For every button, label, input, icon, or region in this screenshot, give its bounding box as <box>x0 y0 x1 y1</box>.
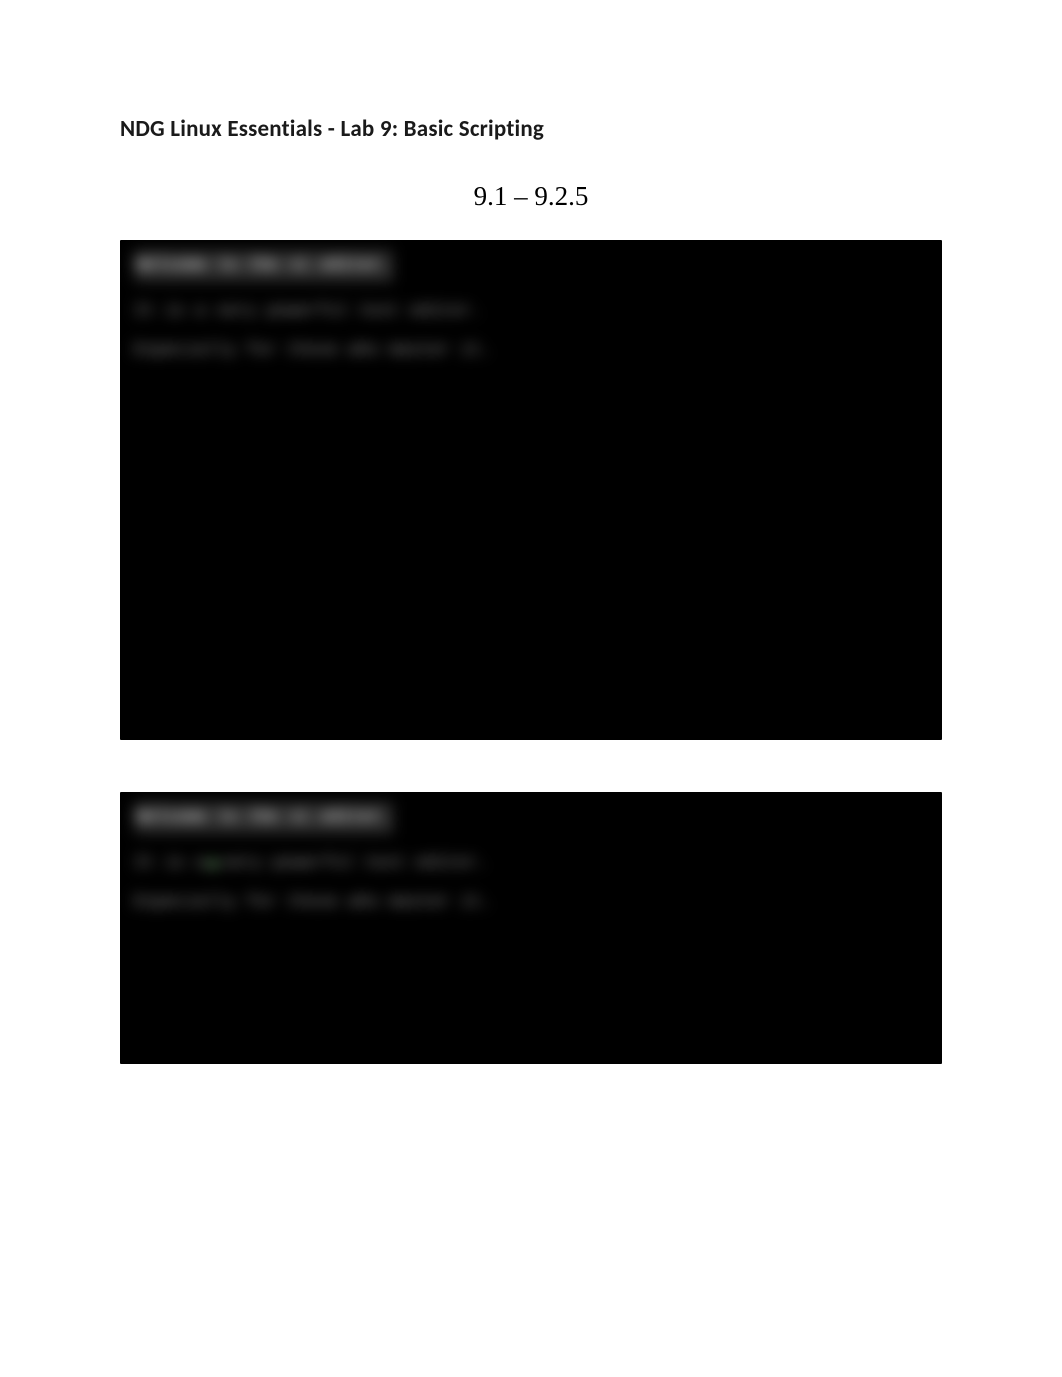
terminal-screenshot-1: Welcome to the vi editor. It is a very p… <box>120 240 942 740</box>
terminal-content: Welcome to the vi editor. It is a very p… <box>120 792 942 929</box>
terminal-screenshot-2: Welcome to the vi editor. It is a very p… <box>120 792 942 1064</box>
document-title: NDG Linux Essentials - Lab 9: Basic Scri… <box>120 115 942 143</box>
cursor-icon <box>208 859 218 869</box>
section-range: 9.1 – 9.2.5 <box>120 181 942 212</box>
terminal-line: Especially for those who master it. <box>134 887 928 919</box>
terminal-text-fragment: It is a <box>134 848 205 880</box>
terminal-line: It is a very powerful text editor. <box>134 848 928 880</box>
terminal-line: Welcome to the vi editor. <box>134 250 393 282</box>
terminal-line: It is a very powerful text editor. <box>134 296 928 328</box>
terminal-content: Welcome to the vi editor. It is a very p… <box>120 240 942 377</box>
terminal-line: Especially for those who master it. <box>134 335 928 367</box>
terminal-line: Welcome to the vi editor. <box>134 802 393 834</box>
document-page: NDG Linux Essentials - Lab 9: Basic Scri… <box>0 0 1062 1124</box>
terminal-text-fragment: very powerful text editor. <box>221 848 486 880</box>
